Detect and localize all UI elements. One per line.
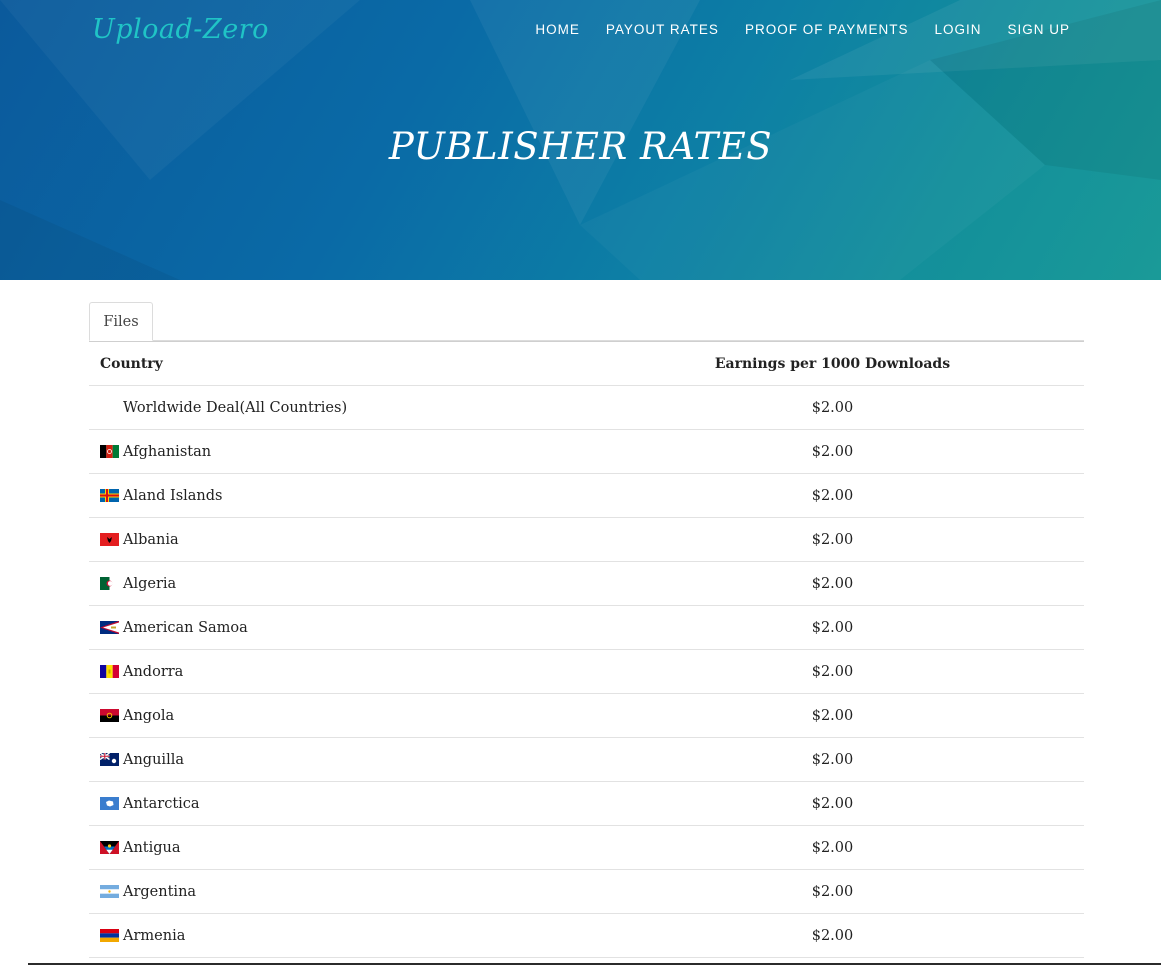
tab-files[interactable]: Files — [89, 302, 153, 341]
country-name: Antarctica — [123, 795, 200, 812]
main-nav: HOME PAYOUT RATES PROOF OF PAYMENTS LOGI… — [535, 22, 1070, 37]
table-row: Anguilla $2.00 — [89, 737, 1084, 782]
table-row: Antigua $2.00 — [89, 825, 1084, 870]
rate-cell: $2.00 — [580, 737, 1084, 782]
country-name: Albania — [123, 531, 179, 548]
table-row: Afghanistan $2.00 — [89, 429, 1084, 474]
american-samoa-flag-icon — [100, 620, 119, 634]
country-name: Afghanistan — [123, 443, 212, 460]
table-row: Antarctica $2.00 — [89, 781, 1084, 826]
country-cell: Albania — [89, 517, 581, 562]
rates-tabs: Files — [89, 302, 1084, 341]
country-cell: Algeria — [89, 561, 581, 606]
country-cell: Andorra — [89, 649, 581, 694]
argentina-flag-icon — [100, 884, 119, 898]
country-name: Anguilla — [123, 751, 184, 768]
country-cell: Armenia — [89, 913, 581, 958]
country-cell: Afghanistan — [89, 429, 581, 474]
rate-cell: $2.00 — [580, 781, 1084, 826]
angola-flag-icon — [100, 708, 119, 722]
country-name: Worldwide Deal(All Countries) — [123, 399, 348, 416]
country-name: Antigua — [123, 839, 181, 856]
rate-cell: $2.00 — [580, 693, 1084, 738]
nav-home-link[interactable]: HOME — [535, 22, 580, 37]
country-cell: Antarctica — [89, 781, 581, 826]
rates-table: Country Earnings per 1000 Downloads Worl… — [89, 341, 1084, 958]
site-logo[interactable]: Upload-Zero — [92, 14, 269, 45]
table-row: Argentina $2.00 — [89, 869, 1084, 914]
table-row: Andorra $2.00 — [89, 649, 1084, 694]
country-cell: Angola — [89, 693, 581, 738]
column-header-earnings: Earnings per 1000 Downloads — [580, 341, 1084, 386]
algeria-flag-icon — [100, 576, 119, 590]
antarctica-flag-icon — [100, 796, 119, 810]
table-row: Worldwide Deal(All Countries) $2.00 — [89, 385, 1084, 430]
country-name: Angola — [123, 707, 175, 724]
country-name: Algeria — [123, 575, 177, 592]
rates-section: Files Country Earnings per 1000 Download… — [89, 302, 1084, 958]
rate-cell: $2.00 — [580, 561, 1084, 606]
country-name: Argentina — [123, 883, 197, 900]
hero-banner: Upload-Zero HOME PAYOUT RATES PROOF OF P… — [0, 0, 1161, 280]
antigua-flag-icon — [100, 840, 119, 854]
albania-flag-icon — [100, 532, 119, 546]
table-header-row: Country Earnings per 1000 Downloads — [89, 341, 1084, 386]
nav-payout-rates-link[interactable]: PAYOUT RATES — [606, 22, 719, 37]
country-cell: Worldwide Deal(All Countries) — [89, 385, 581, 430]
rate-cell: $2.00 — [580, 649, 1084, 694]
rate-cell: $2.00 — [580, 385, 1084, 430]
aland-islands-flag-icon — [100, 488, 119, 502]
rate-cell: $2.00 — [580, 605, 1084, 650]
page-title: PUBLISHER RATES — [388, 125, 773, 168]
country-cell: American Samoa — [89, 605, 581, 650]
table-row: Albania $2.00 — [89, 517, 1084, 562]
table-row: American Samoa $2.00 — [89, 605, 1084, 650]
table-row: Angola $2.00 — [89, 693, 1084, 738]
table-row: Aland Islands $2.00 — [89, 473, 1084, 518]
country-cell: Aland Islands — [89, 473, 581, 518]
country-cell: Antigua — [89, 825, 581, 870]
table-row: Algeria $2.00 — [89, 561, 1084, 606]
country-cell: Anguilla — [89, 737, 581, 782]
armenia-flag-icon — [100, 928, 119, 942]
afghanistan-flag-icon — [100, 444, 119, 458]
nav-signup-link[interactable]: SIGN UP — [1007, 22, 1070, 37]
country-name: Aland Islands — [123, 487, 223, 504]
country-name: American Samoa — [123, 619, 248, 636]
anguilla-flag-icon — [100, 752, 119, 766]
rate-cell: $2.00 — [580, 825, 1084, 870]
rate-cell: $2.00 — [580, 517, 1084, 562]
nav-proof-of-payments-link[interactable]: PROOF OF PAYMENTS — [745, 22, 909, 37]
rate-cell: $2.00 — [580, 429, 1084, 474]
rate-cell: $2.00 — [580, 473, 1084, 518]
rate-cell: $2.00 — [580, 913, 1084, 958]
country-name: Andorra — [123, 663, 184, 680]
table-row: Armenia $2.00 — [89, 913, 1084, 958]
country-cell: Argentina — [89, 869, 581, 914]
rate-cell: $2.00 — [580, 869, 1084, 914]
column-header-country: Country — [89, 341, 581, 386]
nav-login-link[interactable]: LOGIN — [934, 22, 981, 37]
country-name: Armenia — [123, 927, 186, 944]
andorra-flag-icon — [100, 664, 119, 678]
